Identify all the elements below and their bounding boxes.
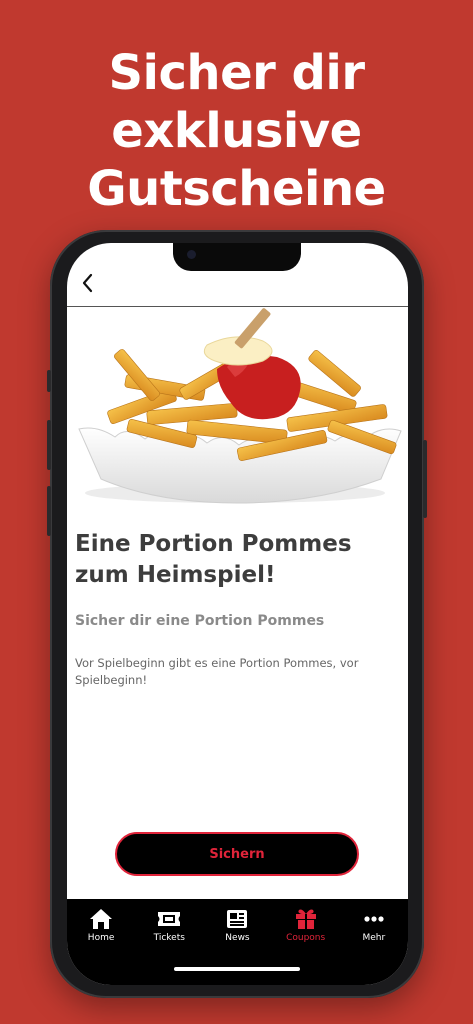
tab-home[interactable]: Home	[71, 907, 131, 985]
offer-title: Eine Portion Pommes zum Heimspiel!	[75, 531, 352, 588]
navigation-bar	[67, 271, 408, 307]
tab-more[interactable]: Mehr	[344, 907, 404, 985]
front-camera	[187, 250, 196, 259]
redeem-button[interactable]: Sichern	[115, 832, 359, 876]
phone-power-button	[423, 440, 427, 518]
home-icon	[90, 909, 113, 929]
tab-home-label: Home	[87, 933, 115, 943]
more-icon	[364, 916, 384, 922]
bottom-tab-bar: Home Tickets News Coupons Mehr	[67, 899, 408, 985]
fries-image	[67, 307, 408, 507]
newspaper-icon	[227, 910, 248, 928]
home-indicator[interactable]	[174, 967, 300, 971]
offer-subtitle: Sicher dir eine Portion Pommes	[75, 613, 325, 629]
headline-line-3: Gutscheine	[87, 161, 386, 217]
phone-volume-up	[47, 420, 51, 470]
tab-news-label: News	[225, 933, 250, 943]
headline-line-2: exklusive	[111, 103, 362, 159]
tab-more-label: Mehr	[362, 933, 386, 943]
phone-notch	[173, 243, 301, 271]
gift-icon	[295, 909, 316, 929]
back-arrow-icon[interactable]	[77, 271, 101, 295]
phone-volume-down	[47, 486, 51, 536]
phone-mute-switch	[47, 370, 51, 392]
tab-news[interactable]: News	[207, 907, 267, 985]
ticket-icon	[158, 912, 181, 926]
marketing-headline: Sicher dir exklusive Gutscheine	[0, 44, 473, 218]
headline-line-1: Sicher dir	[108, 45, 365, 101]
tab-tickets-label: Tickets	[153, 933, 185, 943]
tab-coupons-label: Coupons	[286, 933, 326, 943]
app-screen: Eine Portion Pommes zum Heimspiel! Siche…	[67, 243, 408, 985]
tab-coupons[interactable]: Coupons	[276, 907, 336, 985]
offer-description: Vor Spielbeginn gibt es eine Portion Pom…	[75, 656, 359, 687]
tab-tickets[interactable]: Tickets	[139, 907, 199, 985]
